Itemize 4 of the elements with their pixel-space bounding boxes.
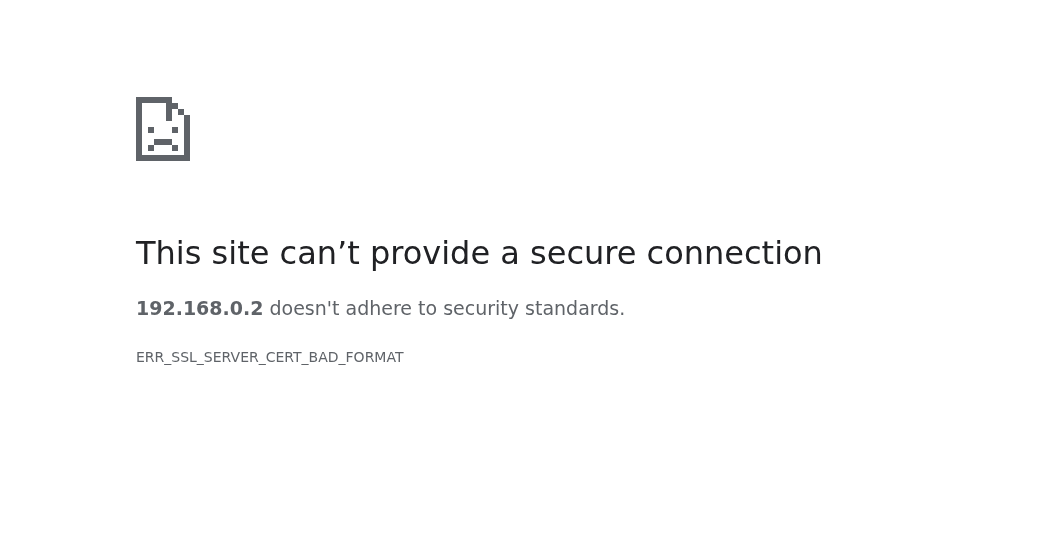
sad-page-icon <box>136 97 190 161</box>
error-message: 192.168.0.2 doesn't adhere to security standards. <box>136 296 626 321</box>
error-heading: This site can’t provide a secure connection <box>136 233 823 273</box>
error-code: ERR_SSL_SERVER_CERT_BAD_FORMAT <box>136 348 404 367</box>
